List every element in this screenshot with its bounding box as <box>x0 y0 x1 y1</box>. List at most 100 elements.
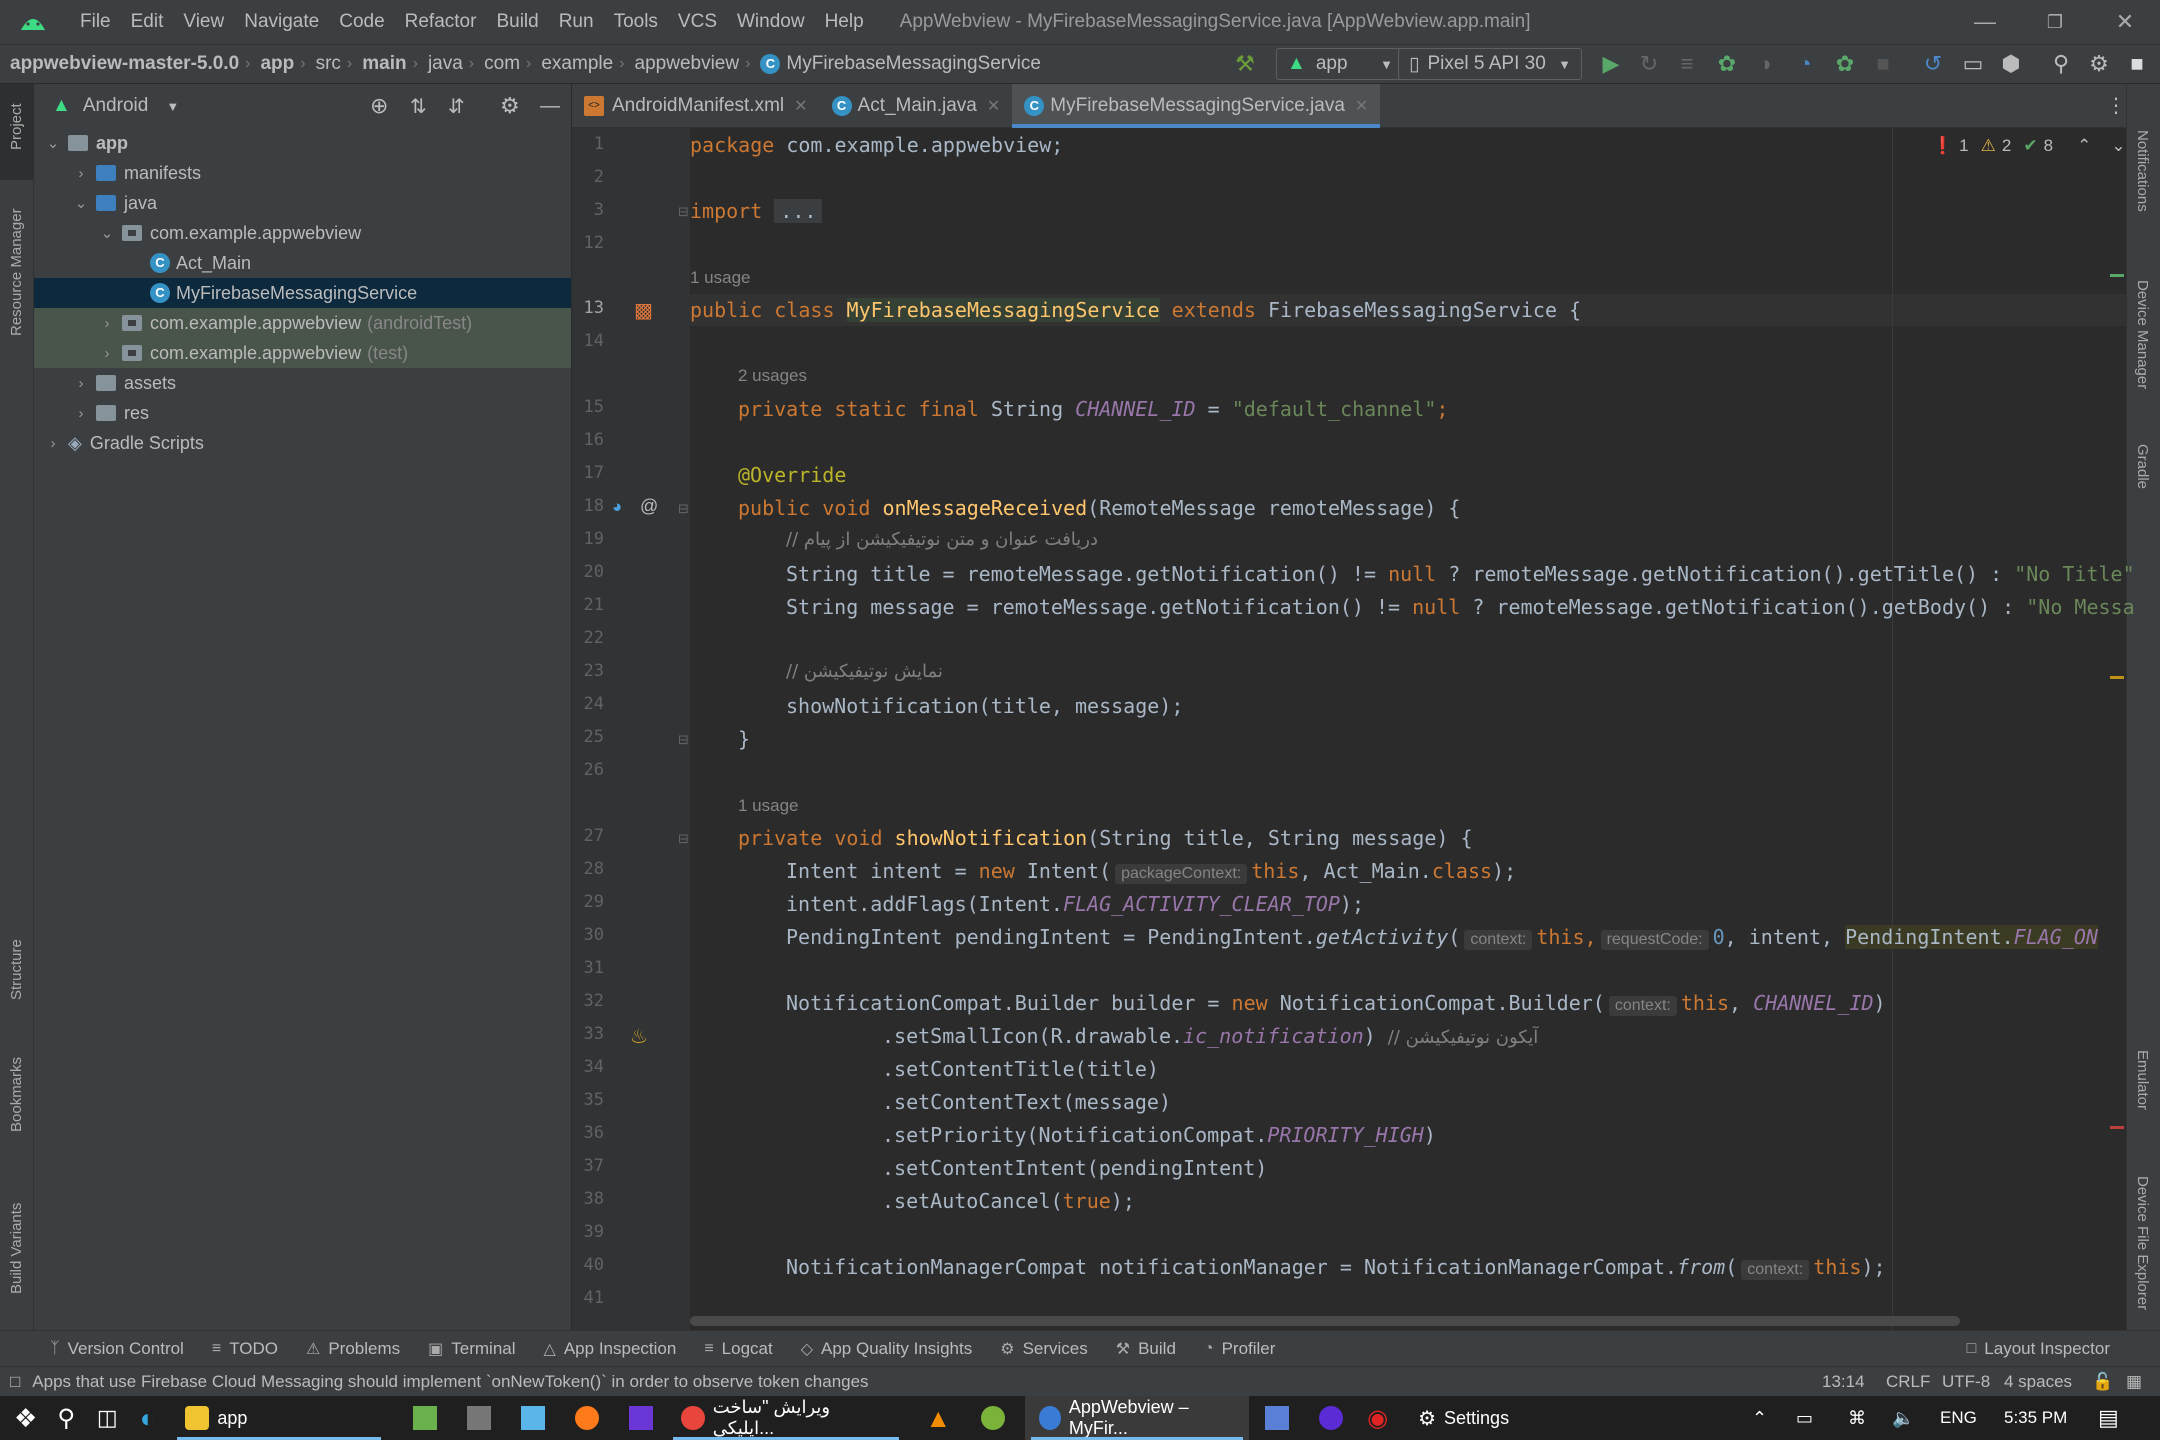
layout-inspector-tool[interactable]: □ Layout Inspector <box>1953 1339 2124 1359</box>
debug-icon[interactable]: ✿ <box>1712 48 1742 80</box>
close-window-button[interactable]: ✕ <box>2090 0 2160 44</box>
menu-window[interactable]: Window <box>727 0 815 44</box>
show-hidden-icons-icon[interactable]: ⌃ <box>1752 1408 1767 1429</box>
app-quality-insights-tool[interactable]: ◇ App Quality Insights <box>787 1339 987 1359</box>
caret-position[interactable]: 13:14 <box>1822 1372 1865 1392</box>
hide-panel-icon[interactable]: — <box>540 95 560 118</box>
wifi-icon[interactable]: ⌘ <box>1848 1408 1866 1429</box>
sync-gradle-icon[interactable]: ↺ <box>1918 48 1948 80</box>
tree-item-app[interactable]: ⌄ app <box>34 128 571 158</box>
locate-file-icon[interactable]: ⊕ <box>370 93 388 119</box>
fold-icon[interactable]: ⊟ <box>678 732 689 748</box>
search-icon[interactable]: ⚲ <box>57 1404 75 1433</box>
vlc-icon[interactable]: ▲ <box>925 1403 951 1434</box>
tree-item-package-androidtest[interactable]: › com.example.appwebview (androidTest) <box>34 308 571 338</box>
breadcrumb-java[interactable]: java <box>418 53 469 75</box>
search-icon[interactable]: ⚲ <box>2046 48 2076 80</box>
clock[interactable]: 5:35 PM <box>2004 1408 2067 1428</box>
account-avatar-icon[interactable]: ■ <box>2122 48 2152 80</box>
inspection-widget[interactable]: ❗ 1 ⚠ 2 ✔ 8 ⌃ ⌄ <box>1932 136 2126 156</box>
restore-button[interactable]: ❐ <box>2020 0 2090 44</box>
menu-tools[interactable]: Tools <box>604 0 668 44</box>
file-encoding[interactable]: UTF-8 <box>1942 1372 1990 1392</box>
indent-setting[interactable]: 4 spaces <box>2004 1372 2072 1392</box>
build-variants-tool-tab[interactable]: Build Variants <box>8 1203 25 1294</box>
run-icon[interactable]: ▶ <box>1596 48 1626 80</box>
next-highlight-icon[interactable]: ⌄ <box>2111 136 2125 156</box>
notepad-icon[interactable] <box>413 1406 438 1430</box>
more-options-icon[interactable]: ⋮ <box>2106 93 2126 118</box>
menu-file[interactable]: File <box>70 0 121 44</box>
close-tab-icon[interactable]: ✕ <box>794 96 807 116</box>
gradle-tool-tab[interactable]: Gradle <box>2134 444 2151 489</box>
fold-icon[interactable]: ⊟ <box>678 204 689 220</box>
breadcrumb-com[interactable]: com <box>474 53 526 75</box>
taskbar-explorer-app[interactable]: app <box>171 1396 387 1440</box>
tree-item-res[interactable]: › res <box>34 398 571 428</box>
windows-start-icon[interactable]: ❖ <box>14 1403 37 1434</box>
tree-item-package[interactable]: ⌄ com.example.appwebview <box>34 218 571 248</box>
problems-tool[interactable]: ⚠ Problems <box>292 1339 414 1359</box>
fold-icon[interactable]: ⊟ <box>678 501 689 517</box>
taskbar-android-studio-window[interactable]: AppWebview – MyFir... <box>1025 1396 1250 1440</box>
menu-run[interactable]: Run <box>549 0 604 44</box>
menu-help[interactable]: Help <box>815 0 874 44</box>
breadcrumb-src[interactable]: src <box>306 53 347 75</box>
tree-item-assets[interactable]: › assets <box>34 368 571 398</box>
menu-code[interactable]: Code <box>329 0 394 44</box>
notifications-tool-tab[interactable]: Notifications <box>2134 130 2151 212</box>
menu-refactor[interactable]: Refactor <box>395 0 487 44</box>
usage-hint[interactable]: 2 usages <box>738 366 807 386</box>
previous-highlight-icon[interactable]: ⌃ <box>2077 136 2091 156</box>
build-tool[interactable]: ⚒ Build <box>1102 1339 1190 1359</box>
tab-messaging-service[interactable]: C MyFirebaseMessagingService.java ✕ <box>1012 83 1381 128</box>
usage-hint[interactable]: 1 usage <box>738 796 799 816</box>
breadcrumb-appwebview[interactable]: appwebview <box>625 53 746 75</box>
folded-imports[interactable]: ... <box>774 199 823 223</box>
emulator-tool-tab[interactable]: Emulator <box>2134 1050 2151 1110</box>
device-select[interactable]: ▯ Pixel 5 API 30 ▼ <box>1398 48 1582 80</box>
run-config-select[interactable]: ▲ app ▼ <box>1276 48 1404 80</box>
menu-vcs[interactable]: VCS <box>668 0 727 44</box>
make-project-hammer-icon[interactable]: ⚒ <box>1230 48 1260 80</box>
device-manager-icon[interactable]: ▭ <box>1958 48 1988 80</box>
settings-gear-icon[interactable]: ⚙ <box>2084 48 2114 80</box>
status-message[interactable]: Apps that use Firebase Cloud Messaging s… <box>32 1372 868 1392</box>
device-manager-tool-tab[interactable]: Device Manager <box>2134 280 2151 389</box>
media-player-icon[interactable] <box>1319 1406 1344 1430</box>
memory-icon[interactable]: ▦ <box>2126 1372 2142 1392</box>
volume-icon[interactable]: 🔈 <box>1892 1408 1914 1429</box>
minimize-button[interactable]: — <box>1950 0 2020 44</box>
taskbar-chrome-window[interactable]: ویرایش "ساخت اپلیکی... <box>667 1396 905 1440</box>
tree-item-gradle-scripts[interactable]: › ◈ Gradle Scripts <box>34 428 571 458</box>
battery-icon[interactable]: ▭ <box>1796 1408 1813 1429</box>
line-separator[interactable]: CRLF <box>1886 1372 1930 1392</box>
gear-icon[interactable]: ⚙ <box>500 93 520 119</box>
tree-item-messaging-service[interactable]: C MyFirebaseMessagingService <box>34 278 571 308</box>
network-app-icon[interactable] <box>1265 1406 1290 1430</box>
menu-edit[interactable]: Edit <box>121 0 174 44</box>
expand-all-icon[interactable]: ⇅ <box>410 94 427 119</box>
apply-changes-icon[interactable]: ↻ <box>1634 48 1664 80</box>
version-control-tool[interactable]: ᛉ Version Control <box>36 1339 198 1359</box>
stop-icon[interactable]: ■ <box>1868 48 1898 80</box>
chevron-down-icon[interactable]: ▼ <box>166 99 179 114</box>
status-toggle-icon[interactable]: □ <box>10 1372 20 1392</box>
edge-browser-icon[interactable]: ◐ <box>140 1403 156 1434</box>
terminal-tool[interactable]: ▣ Terminal <box>414 1339 529 1359</box>
breadcrumb-main[interactable]: main <box>352 53 412 75</box>
tab-android-manifest[interactable]: <> AndroidManifest.xml ✕ <box>572 84 820 128</box>
app-icon[interactable] <box>981 1406 1006 1430</box>
run-gutter-icon[interactable]: ▩ <box>634 298 653 323</box>
apply-code-changes-icon[interactable]: ≡ <box>1672 48 1702 80</box>
menu-view[interactable]: View <box>173 0 234 44</box>
resource-manager-tool-tab[interactable]: Resource Manager <box>8 208 25 336</box>
lock-icon[interactable]: 🔓 <box>2092 1372 2113 1392</box>
logcat-tool[interactable]: ≡ Logcat <box>690 1339 786 1359</box>
app-icon[interactable] <box>521 1406 546 1430</box>
profile-icon[interactable]: ◔ <box>1790 48 1820 80</box>
menu-navigate[interactable]: Navigate <box>234 0 329 44</box>
tree-item-act-main[interactable]: C Act_Main <box>34 248 571 278</box>
todo-tool[interactable]: ≡ TODO <box>198 1339 292 1359</box>
project-tool-tab[interactable]: Project <box>8 103 25 150</box>
